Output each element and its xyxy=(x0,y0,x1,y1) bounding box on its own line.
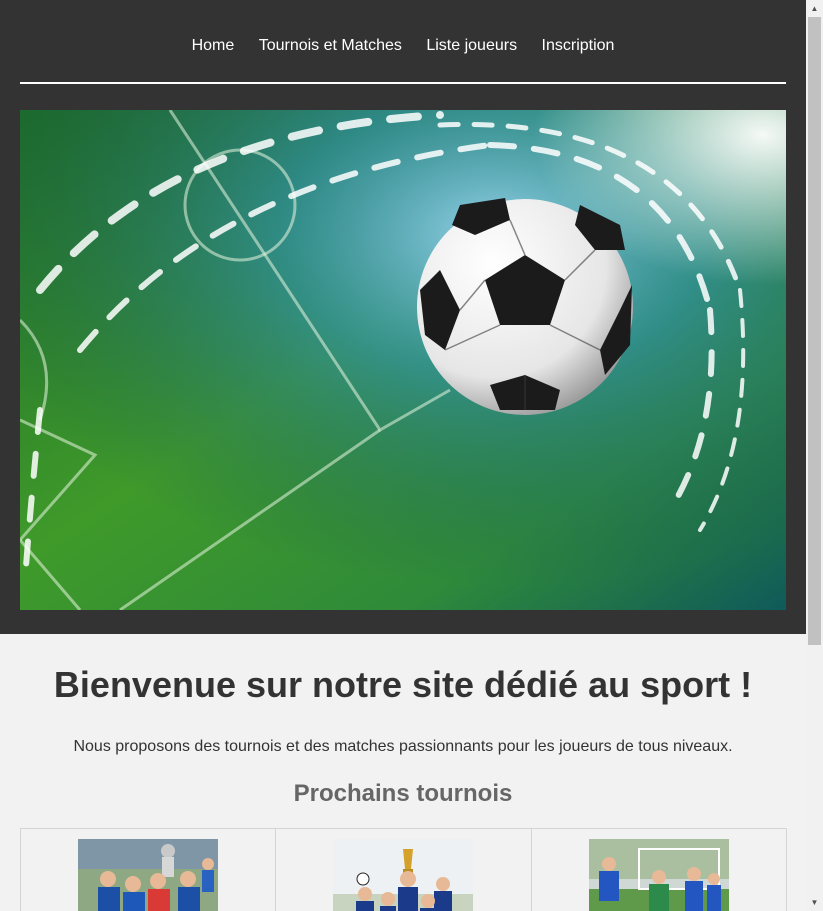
tournament-card[interactable] xyxy=(21,829,277,911)
nav-link-tournaments[interactable]: Tournois et Matches xyxy=(259,37,402,55)
tournament-photo xyxy=(78,839,218,911)
nav-link-players[interactable]: Liste joueurs xyxy=(426,37,517,55)
soccer-ball-on-pitch-image xyxy=(20,110,786,610)
page-title: Bienvenue sur notre site dédié au sport … xyxy=(53,664,753,705)
scroll-up-icon[interactable]: ▲ xyxy=(806,0,823,17)
hero-image xyxy=(20,110,786,610)
intro-text: Nous proposons des tournois et des match… xyxy=(73,738,733,755)
page: Home Tournois et Matches Liste joueurs I… xyxy=(0,0,806,911)
nav-link-signup[interactable]: Inscription xyxy=(542,37,615,55)
tournaments-heading: Prochains tournois xyxy=(293,780,513,807)
soccer-ball-icon xyxy=(417,198,633,415)
tournament-photo xyxy=(333,839,474,911)
tournament-photo xyxy=(588,839,729,911)
tournament-cards xyxy=(20,828,787,911)
scroll-down-icon[interactable]: ▼ xyxy=(806,894,823,911)
nav-link-home[interactable]: Home xyxy=(192,37,235,55)
vertical-scrollbar[interactable]: ▲ ▼ xyxy=(806,0,823,911)
site-header: Home Tournois et Matches Liste joueurs I… xyxy=(0,0,806,634)
scroll-thumb[interactable] xyxy=(808,17,821,645)
nav-divider xyxy=(20,82,786,84)
main-content: Bienvenue sur notre site dédié au sport … xyxy=(0,634,806,911)
tournament-card[interactable] xyxy=(531,829,787,911)
tournament-card[interactable] xyxy=(276,829,532,911)
main-nav: Home Tournois et Matches Liste joueurs I… xyxy=(0,37,806,55)
